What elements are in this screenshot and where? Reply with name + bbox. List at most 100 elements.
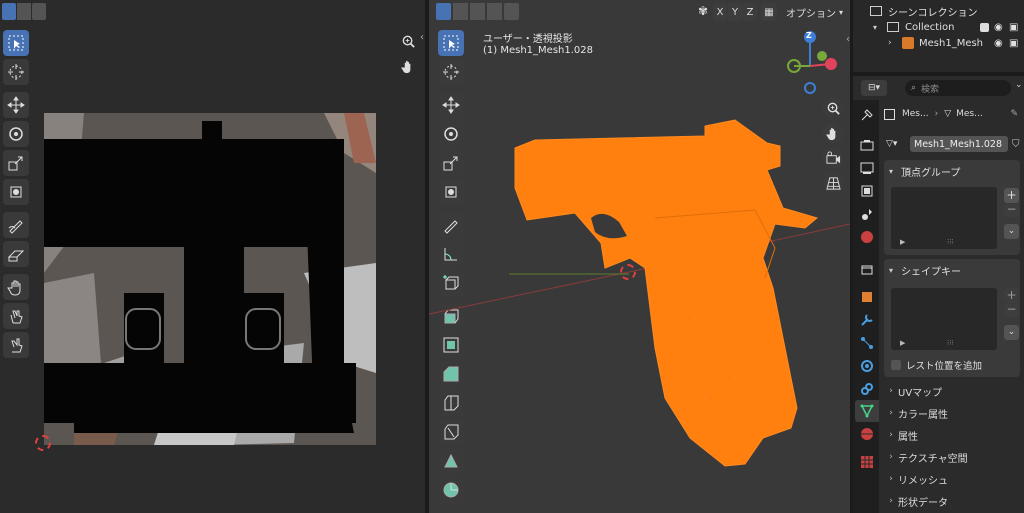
- collection-label: Collection: [905, 21, 955, 33]
- add-shape-key-button[interactable]: +: [1004, 288, 1019, 303]
- texture-space-label: テクスチャ空間: [898, 453, 968, 465]
- physics-tab-icon[interactable]: [858, 357, 876, 375]
- view-layer-tab-icon[interactable]: [858, 182, 876, 200]
- search-placeholder: 検索: [921, 84, 940, 95]
- add-vertex-group-button[interactable]: +: [1004, 188, 1019, 203]
- output-tab-icon[interactable]: [858, 159, 876, 177]
- zoom-icon[interactable]: [397, 30, 419, 52]
- texture-tab-icon[interactable]: [858, 453, 876, 471]
- attributes-section[interactable]: › 属性: [884, 425, 1020, 445]
- grid-snap-icon[interactable]: ▦: [761, 3, 777, 21]
- scale-icon[interactable]: [3, 150, 29, 176]
- data-block-selector[interactable]: ▽▾ Mesh1_Mesh1.028 ⛉: [886, 135, 1024, 153]
- filter-dropdown[interactable]: ⌄: [1015, 80, 1024, 96]
- object-tab-icon[interactable]: [858, 288, 876, 306]
- pinch-icon[interactable]: [3, 332, 29, 358]
- eye-icon[interactable]: ◉: [994, 38, 1003, 49]
- material-tab-icon[interactable]: [858, 425, 876, 443]
- camera-icon[interactable]: ▣: [1009, 38, 1018, 49]
- vertex-group-menu-button[interactable]: ⌄: [1004, 224, 1019, 239]
- search-input[interactable]: ⌕ 検索: [905, 80, 1011, 96]
- scene-collection-label: シーンコレクション: [888, 7, 978, 19]
- constraints-tab-icon[interactable]: [858, 380, 876, 398]
- data-name-field[interactable]: Mesh1_Mesh1.028: [910, 136, 1008, 152]
- collection-tab-icon[interactable]: [858, 261, 876, 279]
- shape-keys-header[interactable]: ▾ シェイプキー: [889, 262, 1019, 278]
- rotate-icon[interactable]: [3, 121, 29, 147]
- mesh-object-icon: [902, 37, 914, 49]
- list-expand-icon[interactable]: ▶: [900, 238, 905, 246]
- render-tab-icon[interactable]: [858, 136, 876, 154]
- camera-icon[interactable]: [822, 147, 844, 169]
- select-box-icon[interactable]: [3, 30, 29, 56]
- color-attributes-label: カラー属性: [898, 409, 948, 421]
- scene-tab-icon[interactable]: [858, 205, 876, 223]
- list-expand-icon[interactable]: ▶: [900, 339, 905, 347]
- chevron-down-icon[interactable]: ▾: [873, 23, 883, 32]
- transform-icon[interactable]: [3, 179, 29, 205]
- editor-type-dropdown[interactable]: ⊟▾: [861, 80, 887, 96]
- breadcrumb-data[interactable]: Mes...: [956, 109, 983, 119]
- mirror-y-button[interactable]: Y: [728, 3, 742, 21]
- camera-icon[interactable]: ▣: [1009, 22, 1018, 33]
- navigation-gizmo[interactable]: Z: [782, 28, 844, 98]
- list-grip-icon[interactable]: ⁝⁝⁝: [947, 339, 954, 347]
- remove-shape-key-button[interactable]: −: [1004, 303, 1019, 317]
- zoom-icon[interactable]: [822, 97, 844, 119]
- sidebar-toggle-icon[interactable]: ‹: [420, 32, 424, 43]
- grab-icon[interactable]: [3, 274, 29, 300]
- world-tab-icon[interactable]: [858, 228, 876, 246]
- relax-icon[interactable]: [3, 303, 29, 329]
- select-mode-buttons[interactable]: [2, 3, 46, 20]
- breadcrumb-object[interactable]: Mes...: [902, 109, 929, 119]
- mirror-z-button[interactable]: Z: [743, 3, 757, 21]
- color-attributes-section[interactable]: › カラー属性: [884, 403, 1020, 423]
- modifier-tab-icon[interactable]: [858, 311, 876, 329]
- butterfly-icon[interactable]: ✾: [695, 4, 711, 20]
- uv-maps-section[interactable]: › UVマップ: [884, 381, 1020, 401]
- perspective-grid-icon[interactable]: [822, 172, 844, 194]
- shape-keys-list[interactable]: ▶ ⁝⁝⁝: [891, 288, 997, 350]
- chevron-down-icon: ▾: [839, 7, 844, 17]
- pin-icon[interactable]: ✎: [1010, 109, 1018, 119]
- shape-key-menu-button[interactable]: ⌄: [1004, 325, 1019, 340]
- remove-vertex-group-button[interactable]: −: [1004, 203, 1019, 217]
- chevron-right-icon: ›: [889, 452, 893, 462]
- rip-icon[interactable]: [3, 241, 29, 267]
- pan-hand-icon[interactable]: [822, 122, 844, 144]
- data-name-value: Mesh1_Mesh1.028: [914, 138, 1003, 150]
- scene-collection-row[interactable]: シーンコレクション: [870, 3, 1024, 19]
- mesh-data-dropdown-icon[interactable]: ▽▾: [886, 139, 910, 149]
- chevron-right-icon[interactable]: ›: [888, 38, 898, 48]
- properties-header: ⊟▾ ⌕ 検索 ⌄: [853, 76, 1024, 100]
- relative-checkbox[interactable]: [891, 360, 901, 370]
- mesh-object[interactable]: [505, 118, 825, 478]
- options-dropdown[interactable]: オプション ▾: [782, 3, 846, 21]
- particles-tab-icon[interactable]: [858, 334, 876, 352]
- uv-editor-header: [0, 0, 425, 24]
- fake-user-shield-icon[interactable]: ⛉: [1012, 139, 1020, 150]
- viewport-select-mode-buttons[interactable]: [436, 3, 519, 20]
- eye-icon[interactable]: ◉: [994, 22, 1003, 33]
- remesh-section[interactable]: › リメッシュ: [884, 469, 1020, 489]
- relative-checkbox-row[interactable]: レスト位置を追加: [891, 357, 1021, 373]
- breadcrumb: Mes... › ▽ Mes... ✎: [884, 106, 1024, 122]
- cursor-icon[interactable]: [3, 59, 29, 85]
- mesh-data-tab-icon[interactable]: [858, 402, 876, 420]
- checkbox-icon[interactable]: [980, 22, 989, 32]
- vertex-groups-header[interactable]: ▾ 頂点グループ: [889, 163, 1019, 179]
- vertex-groups-list[interactable]: ▶ ⁝⁝⁝: [891, 187, 997, 249]
- tool-tab-icon[interactable]: [858, 106, 876, 124]
- uv-texture-image[interactable]: [44, 113, 376, 445]
- geometry-data-section[interactable]: › 形状データ: [884, 491, 1020, 511]
- object-row[interactable]: › Mesh1_Mesh ◉ ▣: [888, 35, 1024, 51]
- uv-maps-label: UVマップ: [898, 387, 943, 399]
- annotate-icon[interactable]: [3, 212, 29, 238]
- collection-row[interactable]: ▾ Collection ◉ ▣: [873, 19, 1024, 35]
- move-icon[interactable]: [3, 92, 29, 118]
- shape-keys-label: シェイプキー: [901, 266, 961, 278]
- texture-space-section[interactable]: › テクスチャ空間: [884, 447, 1020, 467]
- mirror-x-button[interactable]: X: [713, 3, 727, 21]
- list-grip-icon[interactable]: ⁝⁝⁝: [947, 238, 954, 246]
- pan-hand-icon[interactable]: [397, 55, 419, 77]
